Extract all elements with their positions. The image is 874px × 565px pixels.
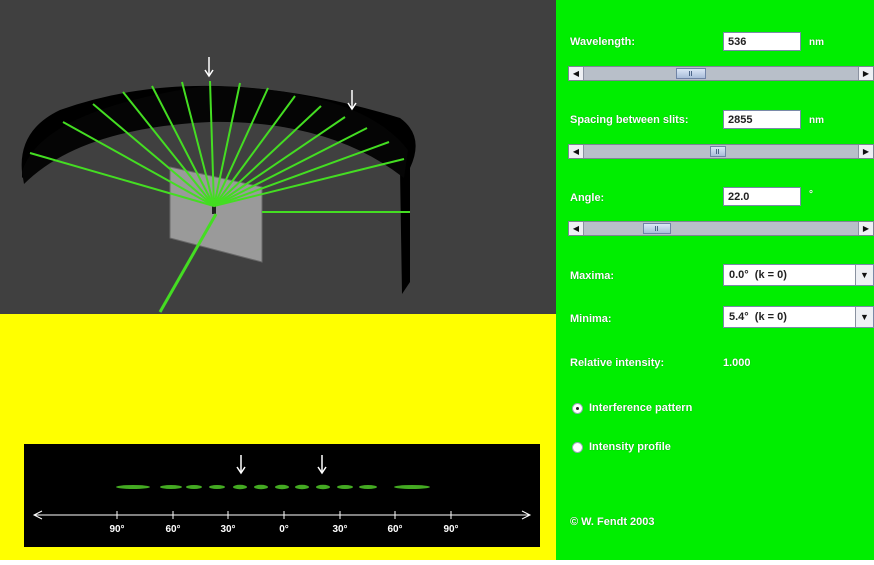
angle-slider-right-icon[interactable]: ▶: [858, 222, 873, 235]
simulation-area: 90° 60° 30° 0° 30° 60° 90°: [0, 0, 556, 560]
wavelength-slider[interactable]: ◀ ▶: [568, 66, 874, 81]
spacing-label: Spacing between slits:: [570, 114, 689, 126]
wavelength-slider-right-icon[interactable]: ▶: [858, 67, 873, 80]
angle-unit: °: [809, 189, 813, 200]
scale-label-left-90: 90°: [109, 524, 124, 535]
spacing-slider-left-icon[interactable]: ◀: [569, 145, 584, 158]
angle-slider-left-icon[interactable]: ◀: [569, 222, 584, 235]
wavelength-label: Wavelength:: [570, 36, 635, 48]
spacing-unit: nm: [809, 115, 824, 126]
scale-label-0: 0°: [279, 524, 289, 535]
minima-label: Minima:: [570, 313, 612, 325]
maxima-selected-value: 0.0° (k = 0): [729, 269, 787, 281]
control-panel: Wavelength: nm ◀ ▶ Spacing between slits…: [556, 0, 874, 560]
radio-intensity-label[interactable]: Intensity profile: [589, 441, 671, 453]
scale-label-left-30: 30°: [220, 524, 235, 535]
spacing-slider-thumb[interactable]: [710, 146, 727, 157]
radio-intensity-circle[interactable]: [572, 442, 583, 453]
angle-label: Angle:: [570, 192, 605, 204]
copyright-text: © W. Fendt 2003: [570, 516, 655, 528]
minima-selected-value: 5.4° (k = 0): [729, 311, 787, 323]
radio-interference-circle[interactable]: [572, 403, 583, 414]
maxima-chevron-down-icon[interactable]: ▼: [855, 265, 873, 285]
angle-input[interactable]: [723, 187, 801, 206]
relative-intensity-value: 1.000: [723, 357, 751, 369]
spacing-slider[interactable]: ◀ ▶: [568, 144, 874, 159]
wavelength-slider-thumb[interactable]: [676, 68, 707, 79]
radio-interference-label[interactable]: Interference pattern: [589, 402, 692, 414]
angle-slider-thumb[interactable]: [642, 223, 671, 234]
wavelength-unit: nm: [809, 37, 824, 48]
angle-slider[interactable]: ◀ ▶: [568, 221, 874, 236]
maxima-label: Maxima:: [570, 270, 615, 282]
scale-label-left-60: 60°: [165, 524, 180, 535]
maxima-dropdown[interactable]: 0.0° (k = 0) ▼: [723, 264, 874, 286]
scale-label-right-30: 30°: [332, 524, 347, 535]
scale-label-right-60: 60°: [387, 524, 402, 535]
spacing-input[interactable]: [723, 110, 801, 129]
spacing-slider-right-icon[interactable]: ▶: [858, 145, 873, 158]
minima-dropdown[interactable]: 5.4° (k = 0) ▼: [723, 306, 874, 328]
scale-label-right-90: 90°: [443, 524, 458, 535]
relative-intensity-label: Relative intensity:: [570, 357, 665, 369]
wavelength-input[interactable]: [723, 32, 801, 51]
scene-background: [0, 0, 556, 314]
wavelength-slider-left-icon[interactable]: ◀: [569, 67, 584, 80]
minima-chevron-down-icon[interactable]: ▼: [855, 307, 873, 327]
